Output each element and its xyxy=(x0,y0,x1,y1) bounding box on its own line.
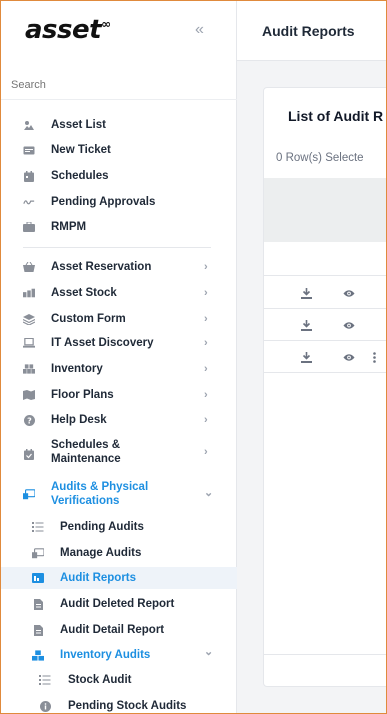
table-footer-divider xyxy=(264,654,386,655)
sidebar-item-floor-plans[interactable]: Floor Plans › xyxy=(1,388,237,402)
list-icon xyxy=(32,521,44,533)
chevron-right-icon: › xyxy=(204,337,208,349)
table-row xyxy=(264,309,386,341)
sidebar-divider xyxy=(23,247,211,248)
chevron-right-icon: › xyxy=(204,363,208,375)
audit-icon xyxy=(23,488,35,500)
stock-icon xyxy=(23,287,35,299)
ticket-icon xyxy=(23,144,35,156)
table-filter-row xyxy=(264,242,386,276)
view-eye-icon[interactable] xyxy=(343,319,355,331)
logo: asset∞ xyxy=(25,15,111,45)
sidebar-item-help-desk[interactable]: ? Help Desk › xyxy=(1,413,237,427)
sidebar-subitem-audit-detail-report[interactable]: Audit Detail Report xyxy=(1,623,237,637)
sidebar-item-audits-physical-verifications[interactable]: Audits & Physical Verifications ⌄ xyxy=(1,480,237,510)
sidebar-item-schedules-maintenance[interactable]: Schedules & Maintenance › xyxy=(1,438,237,468)
sidebar-item-label-line2: Verifications xyxy=(51,495,120,507)
layers-icon xyxy=(23,313,35,325)
page-title: Audit Reports xyxy=(262,23,355,39)
table-header xyxy=(264,178,386,242)
chevron-right-icon: › xyxy=(204,261,208,273)
sidebar-item-asset-stock[interactable]: Asset Stock › xyxy=(1,286,237,300)
sidebar-item-inventory[interactable]: Inventory › xyxy=(1,362,237,376)
chevron-right-icon: › xyxy=(204,389,208,401)
signature-icon xyxy=(23,196,35,208)
card-title: List of Audit R xyxy=(288,108,384,124)
table-row xyxy=(264,277,386,309)
sidebar-subitem-stock-audit[interactable]: Stock Audit xyxy=(1,673,237,687)
sidebar-subitem-pending-audits[interactable]: Pending Audits xyxy=(1,520,237,534)
chevron-right-icon: › xyxy=(204,287,208,299)
help-icon: ? xyxy=(23,414,35,426)
more-options-icon[interactable] xyxy=(368,351,380,363)
sidebar-item-new-ticket[interactable]: New Ticket xyxy=(1,143,237,157)
sidebar-subitem-manage-audits[interactable]: Manage Audits xyxy=(1,546,237,560)
basket-icon xyxy=(23,261,35,273)
map-pin-icon xyxy=(23,119,35,131)
sidebar-subitem-pending-stock-audits[interactable]: Pending Stock Audits xyxy=(1,699,237,713)
download-icon[interactable] xyxy=(300,287,312,299)
sidebar-subitem-audit-deleted-report[interactable]: Audit Deleted Report xyxy=(1,597,237,611)
sidebar-item-label: Schedules & xyxy=(51,439,121,451)
download-icon[interactable] xyxy=(300,351,312,363)
cubes-icon xyxy=(32,649,44,661)
sidebar-subitem-inventory-audits[interactable]: Inventory Audits ⌄ xyxy=(1,646,237,662)
table-row xyxy=(264,341,386,373)
map-icon xyxy=(23,389,35,401)
sidebar-item-asset-reservation[interactable]: Asset Reservation › xyxy=(1,260,237,274)
sidebar-item-pending-approvals[interactable]: Pending Approvals xyxy=(1,195,237,209)
sidebar-item-asset-list[interactable]: Asset List xyxy=(1,118,237,132)
file-icon xyxy=(32,598,44,610)
file-icon xyxy=(32,624,44,636)
report-icon xyxy=(32,572,44,584)
sidebar-item-it-asset-discovery[interactable]: IT Asset Discovery › xyxy=(1,336,237,350)
toolbox-icon xyxy=(23,221,35,233)
list-icon xyxy=(39,674,51,686)
sidebar-item-schedules[interactable]: Schedules xyxy=(1,169,237,183)
chevron-down-icon: ⌄ xyxy=(204,487,214,499)
calendar-icon xyxy=(23,170,35,182)
download-icon[interactable] xyxy=(300,319,312,331)
view-eye-icon[interactable] xyxy=(343,287,355,299)
chevron-right-icon: › xyxy=(204,446,208,458)
search-divider xyxy=(1,99,237,100)
rows-selected-count: 0 Row(s) Selecte xyxy=(276,152,364,164)
sidebar-search-input[interactable] xyxy=(11,79,211,91)
sidebar-subitem-audit-reports[interactable]: Audit Reports xyxy=(1,571,237,585)
collapse-sidebar-icon[interactable]: « xyxy=(195,21,204,39)
svg-text:?: ? xyxy=(27,416,32,425)
chevron-right-icon: › xyxy=(204,414,208,426)
app-window: asset∞ « Asset List New Ticket Schedules… xyxy=(0,0,387,714)
calendar-check-icon xyxy=(23,448,35,460)
sidebar-item-label: Audits & Physical xyxy=(51,481,149,493)
top-bar: Audit Reports xyxy=(237,1,386,61)
info-icon xyxy=(39,700,51,712)
inventory-icon xyxy=(23,363,35,375)
sidebar: asset∞ « Asset List New Ticket Schedules… xyxy=(1,1,237,713)
audit-icon xyxy=(32,547,44,559)
chevron-right-icon: › xyxy=(204,313,208,325)
sidebar-item-label-line2: Maintenance xyxy=(51,453,121,465)
view-eye-icon[interactable] xyxy=(343,351,355,363)
audit-reports-card: List of Audit R 0 Row(s) Selecte xyxy=(263,87,386,687)
sidebar-item-rmpm[interactable]: RMPM xyxy=(1,220,237,234)
laptop-icon xyxy=(23,337,35,349)
sidebar-item-custom-form[interactable]: Custom Form › xyxy=(1,312,237,326)
chevron-down-icon: ⌄ xyxy=(204,646,214,658)
